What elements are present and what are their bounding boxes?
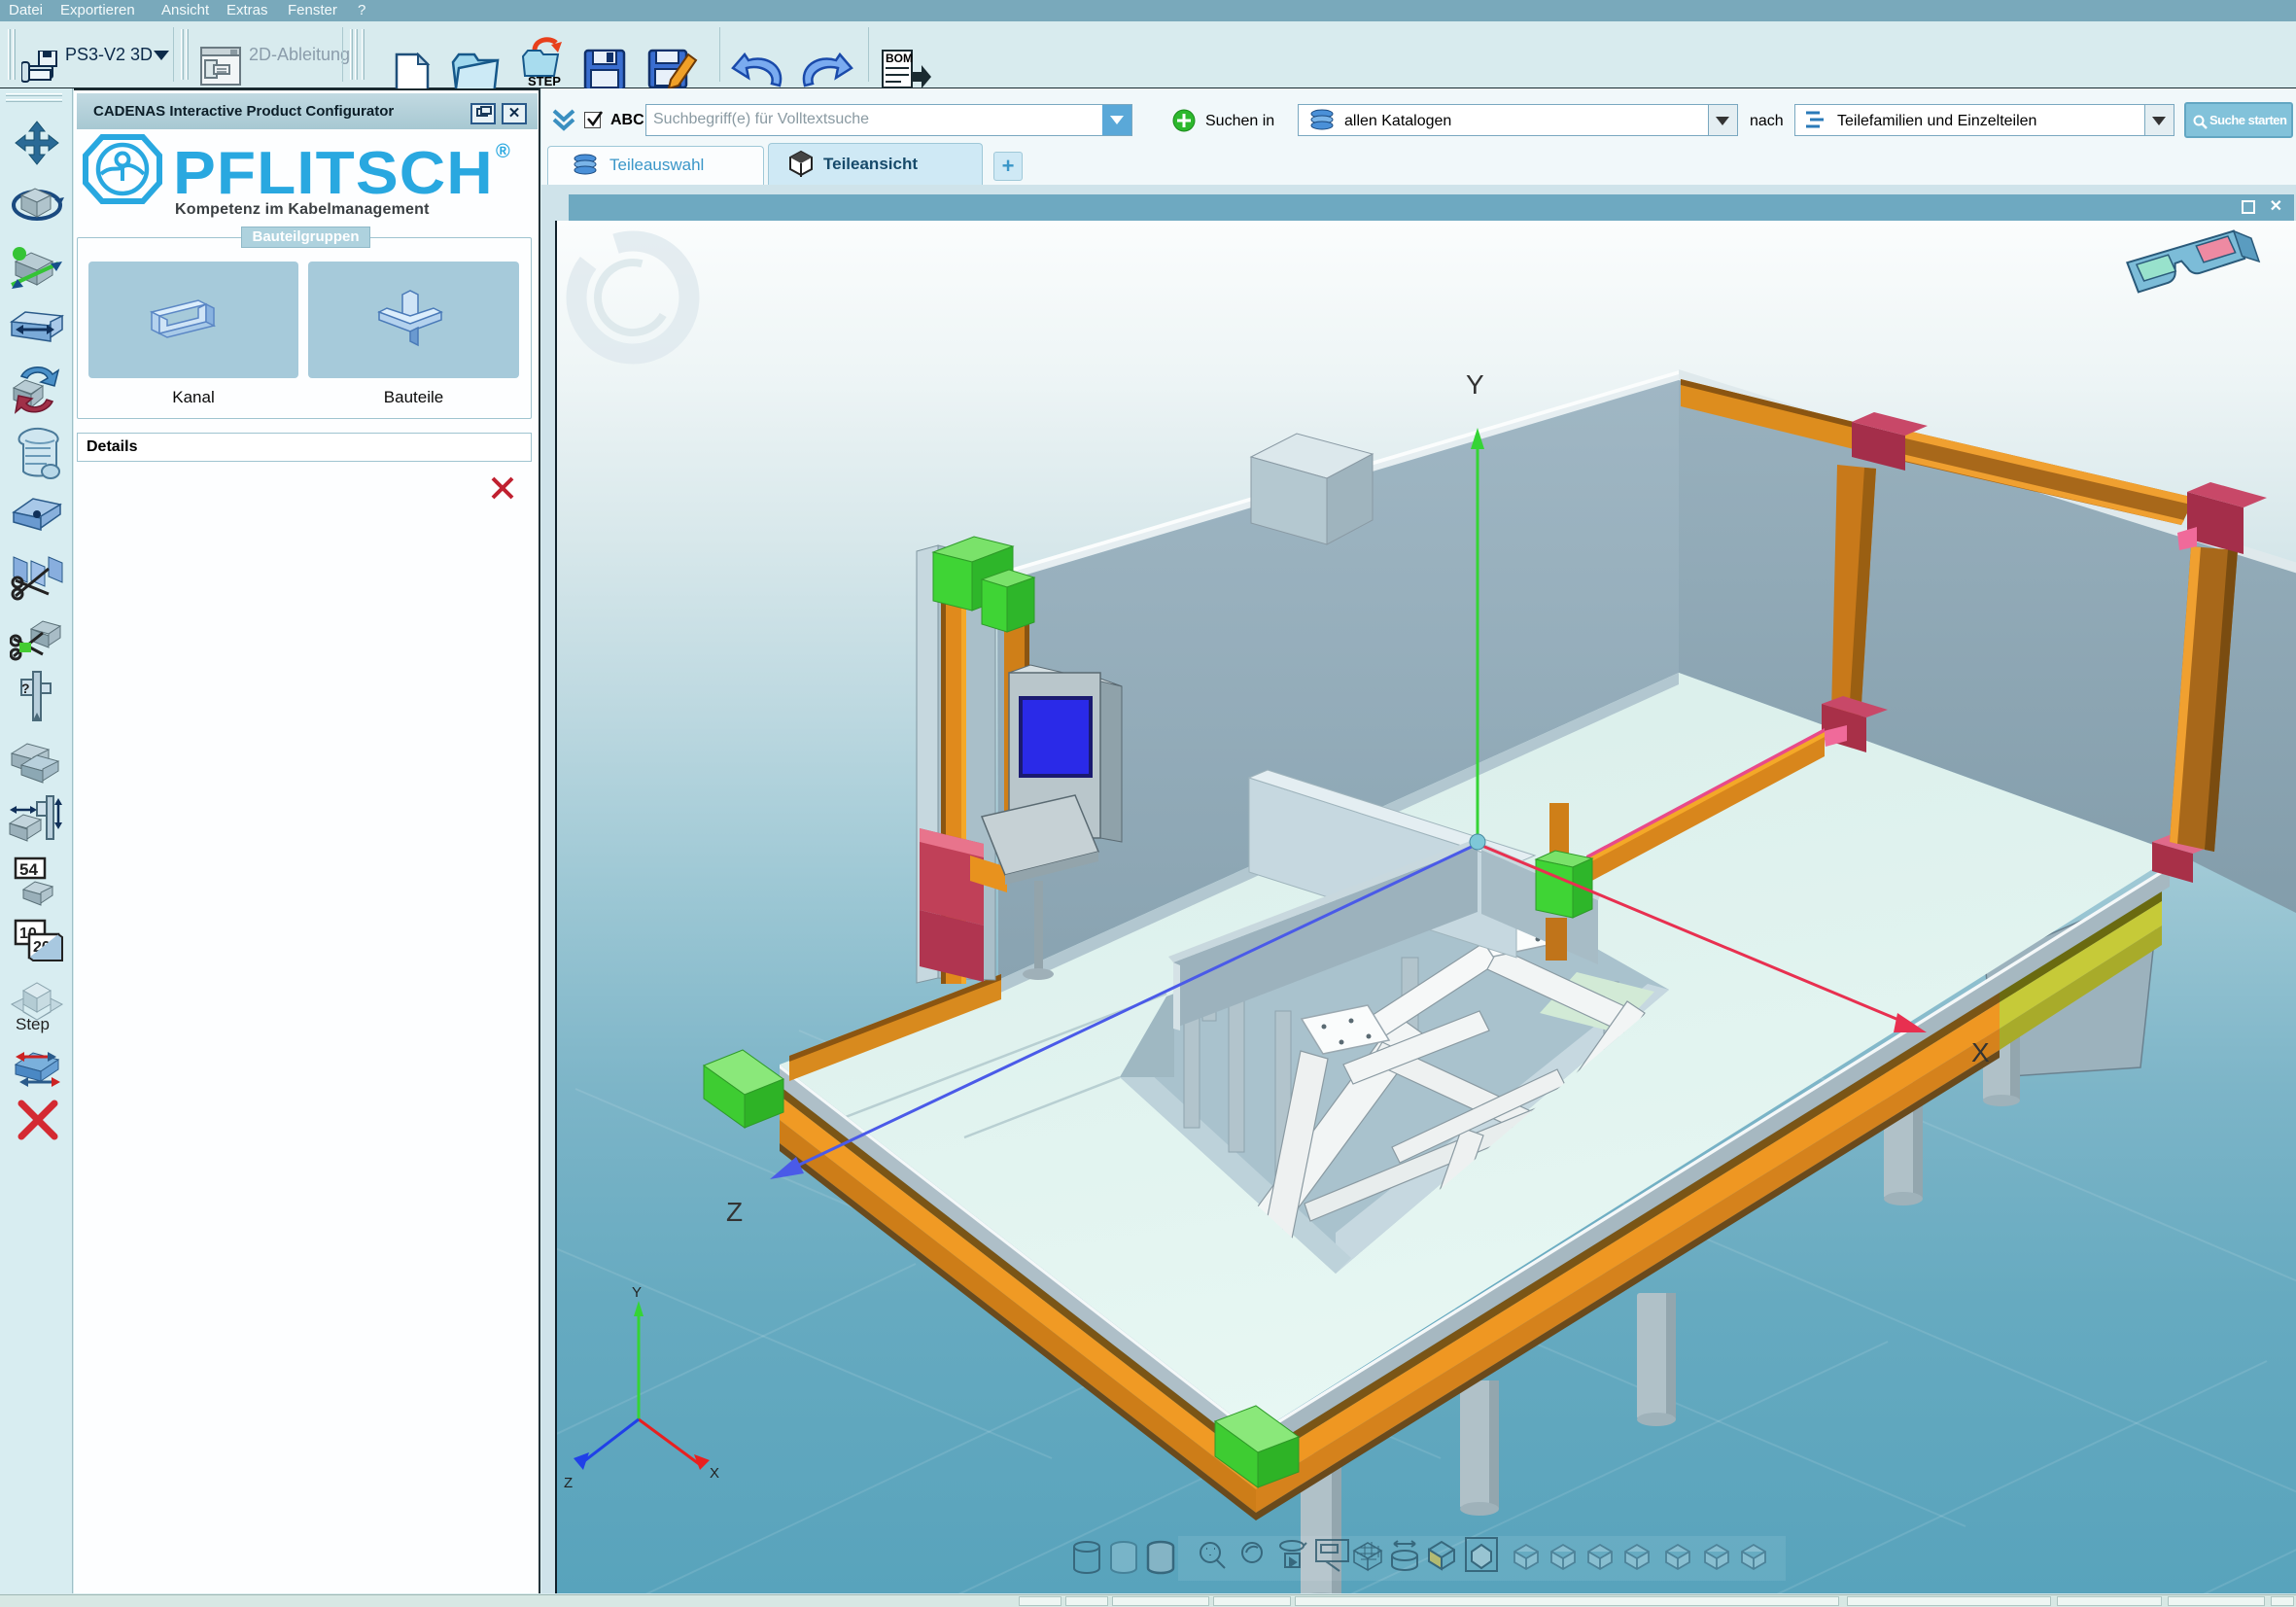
svg-text:54: 54 [19, 860, 38, 879]
svg-text:X: X [710, 1465, 719, 1482]
svg-text:BOM: BOM [886, 52, 913, 65]
svg-text:Y: Y [1466, 369, 1484, 400]
svg-text:Z: Z [726, 1197, 743, 1227]
svg-text:Y: Y [632, 1284, 642, 1301]
svg-text:STEP: STEP [528, 74, 561, 86]
svg-text:Z: Z [564, 1475, 573, 1491]
svg-text:?: ? [21, 681, 30, 696]
svg-text:X: X [1971, 1037, 1990, 1067]
svg-text:Step: Step [16, 1015, 50, 1033]
